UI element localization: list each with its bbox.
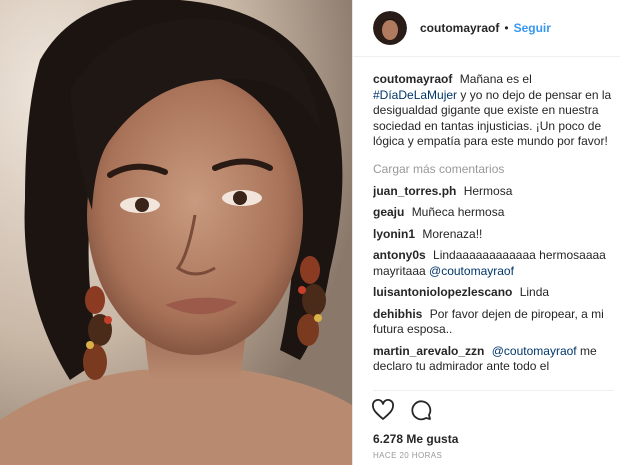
comment-username[interactable]: dehibhis	[373, 307, 422, 321]
comment-text: Morenaza!!	[422, 226, 483, 241]
divider	[373, 390, 614, 391]
comment: lyonin1 Morenaza!!	[373, 227, 614, 243]
comment: juan_torres.ph Hermosa	[373, 184, 614, 200]
comment: dehibhis Por favor dejen de piropear, a …	[373, 307, 614, 338]
post-photo[interactable]	[0, 0, 352, 465]
post-timestamp: HACE 20 HORAS	[373, 451, 443, 460]
comment-username[interactable]: antony0s	[373, 248, 426, 262]
avatar[interactable]	[373, 11, 407, 45]
comment-username[interactable]: martin_arevalo_zzn	[373, 344, 484, 358]
caption-text-before: Mañana es el	[459, 72, 532, 86]
comment-text: Linda	[519, 285, 550, 299]
separator-dot: •	[504, 21, 509, 35]
comments-list[interactable]: coutomayraof Mañana es el #DíaDeLaMujer …	[373, 72, 614, 390]
comment-username[interactable]: juan_torres.ph	[373, 184, 456, 198]
caption-username[interactable]: coutomayraof	[373, 72, 452, 86]
post-details-panel: coutomayraof • Seguir coutomayraof Mañan…	[352, 0, 620, 465]
comment-mention[interactable]: @coutomayraof	[429, 264, 514, 278]
likes-count[interactable]: 6.278 Me gusta	[373, 432, 458, 446]
instagram-post: coutomayraof • Seguir coutomayraof Mañan…	[0, 0, 620, 465]
comment: luisantoniolopezlescano Linda	[373, 285, 614, 301]
comment: geaju Muñeca hermosa	[373, 205, 614, 221]
comment-username[interactable]: geaju	[373, 205, 404, 219]
caption: coutomayraof Mañana es el #DíaDeLaMujer …	[373, 72, 614, 150]
caption-hashtag[interactable]: #DíaDeLaMujer	[373, 88, 457, 102]
header-username[interactable]: coutomayraof	[420, 21, 499, 35]
load-more-comments-button[interactable]: Cargar más comentarios	[373, 162, 614, 176]
comment-username[interactable]: luisantoniolopezlescano	[373, 285, 512, 299]
comment-text: Hermosa	[463, 183, 513, 198]
comment-mention[interactable]: @coutomayraof	[492, 344, 577, 358]
comment-text: Muñeca hermosa	[411, 205, 505, 219]
action-bar	[371, 398, 433, 422]
comment: antony0s Lindaaaaaaaaaaaa hermosaaaa may…	[373, 248, 614, 279]
portrait-image	[0, 0, 352, 465]
follow-button[interactable]: Seguir	[514, 21, 551, 35]
comment-username[interactable]: lyonin1	[373, 227, 415, 241]
comment-bubble-icon[interactable]	[409, 398, 433, 422]
heart-icon[interactable]	[371, 398, 395, 422]
post-header: coutomayraof • Seguir	[353, 0, 620, 57]
comment: martin_arevalo_zzn @coutomayraof me decl…	[373, 344, 614, 375]
